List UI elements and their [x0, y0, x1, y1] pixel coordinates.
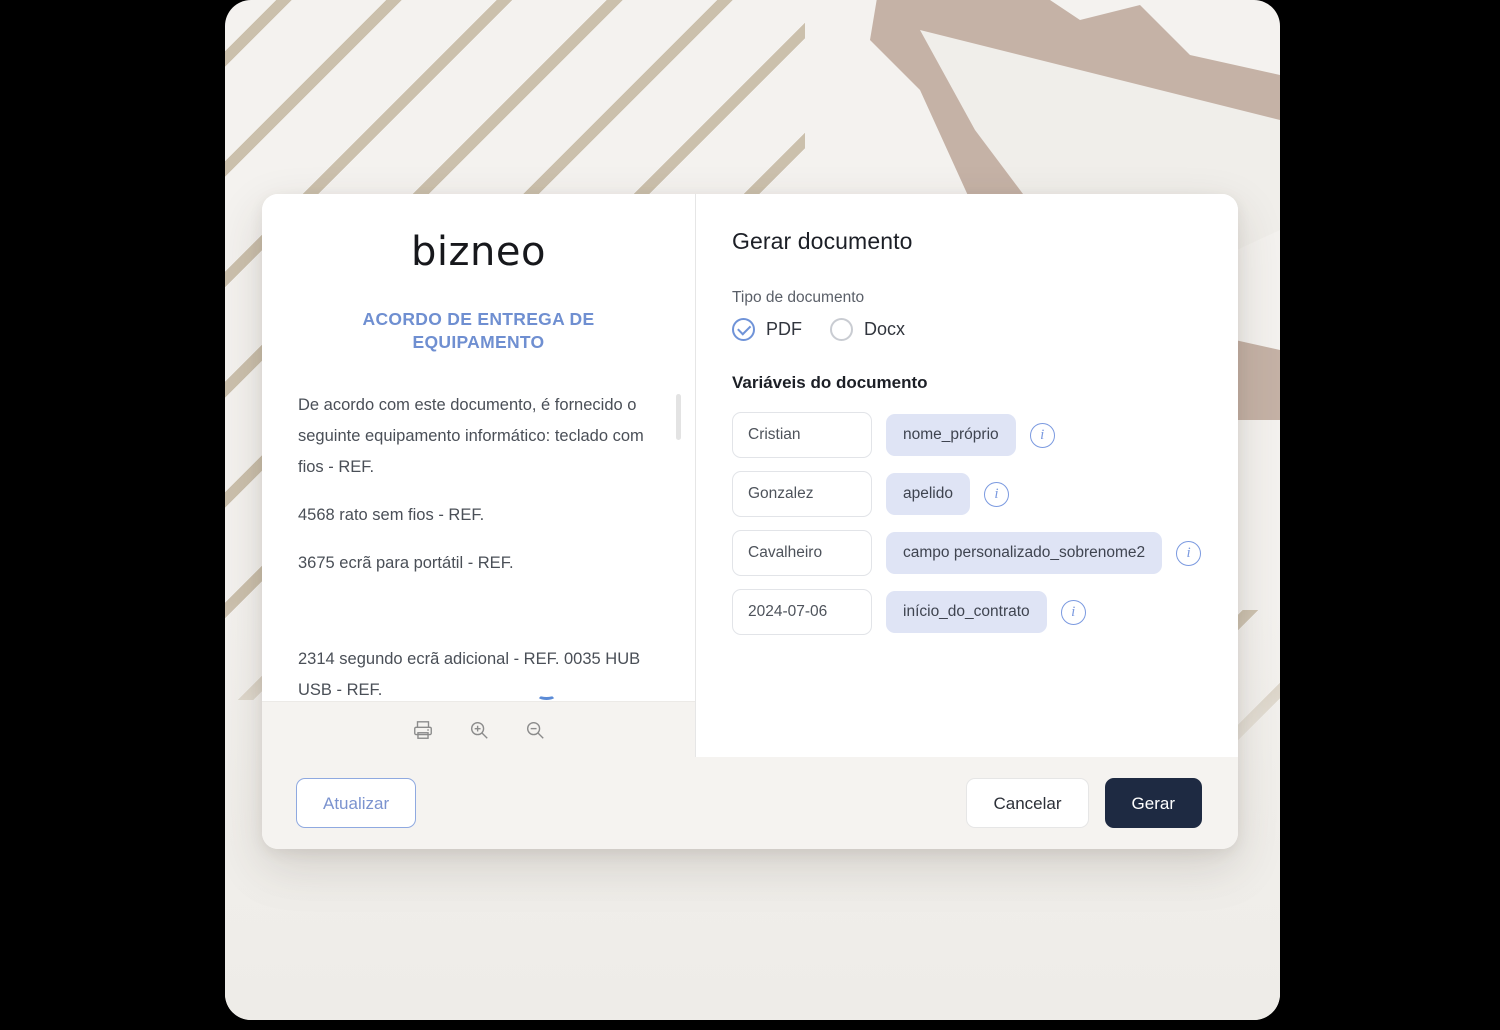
- info-icon[interactable]: i: [1029, 422, 1055, 448]
- panel-title: Gerar documento: [732, 228, 913, 254]
- variable-row: apelido i: [732, 471, 1200, 517]
- zoom-in-icon[interactable]: [464, 715, 494, 745]
- document-preview-pane: bizneo ACORDO DE ENTREGA DE EQUIPAMENTO …: [262, 194, 696, 757]
- variable-value-input[interactable]: [732, 412, 872, 458]
- bizneo-logo-text: bizneo: [411, 229, 546, 275]
- document-paragraph: De acordo com este documento, é fornecid…: [298, 395, 644, 476]
- document-toolbar: [262, 701, 695, 757]
- variable-row: início_do_contrato i: [732, 589, 1200, 635]
- radio-label-docx: Docx: [864, 319, 906, 339]
- info-icon[interactable]: i: [1176, 540, 1202, 566]
- document-scrollbar-track[interactable]: [676, 220, 681, 693]
- info-icon[interactable]: i: [1060, 599, 1086, 625]
- variable-tag[interactable]: nome_próprio: [886, 414, 1016, 456]
- doc-type-label: Tipo de documento: [732, 289, 865, 306]
- screen: bizneo ACORDO DE ENTREGA DE EQUIPAMENTO …: [0, 0, 1500, 1030]
- bizneo-logo: bizneo: [298, 229, 659, 700]
- document-scrollbar-thumb[interactable]: [676, 394, 681, 440]
- bizneo-logo-smile-icon: [536, 691, 556, 700]
- variable-value-input[interactable]: [732, 589, 872, 635]
- generate-document-modal: bizneo ACORDO DE ENTREGA DE EQUIPAMENTO …: [262, 194, 1238, 849]
- modal-footer: Atualizar Cancelar Gerar: [262, 757, 1238, 849]
- document-paragraph: 2314 segundo ecrã adicional - REF. 0035 …: [298, 649, 641, 699]
- variable-tag[interactable]: campo personalizado_sobrenome2: [886, 532, 1163, 574]
- variable-row: campo personalizado_sobrenome2 i: [732, 530, 1202, 576]
- generate-button[interactable]: Gerar: [1104, 778, 1202, 828]
- document-paragraph-blank: [298, 596, 659, 627]
- doc-type-radio-group: PDF Docx: [732, 318, 1200, 341]
- zoom-out-icon[interactable]: [520, 715, 550, 745]
- variable-value-input[interactable]: [732, 471, 872, 517]
- variable-row: nome_próprio i: [732, 412, 1200, 458]
- radio-option-docx[interactable]: Docx: [830, 318, 905, 341]
- radio-option-pdf[interactable]: PDF: [732, 318, 802, 341]
- empty-circle-icon: [830, 318, 853, 341]
- variable-tag[interactable]: início_do_contrato: [886, 591, 1047, 633]
- update-button[interactable]: Atualizar: [296, 778, 417, 828]
- generate-document-form: Gerar documento Tipo de documento PDF Do…: [696, 194, 1238, 757]
- document-paragraph: 4568 rato sem fios - REF.: [298, 505, 485, 524]
- print-icon[interactable]: [408, 715, 438, 745]
- radio-label-pdf: PDF: [766, 319, 802, 339]
- variables-section-title: Variáveis do documento: [732, 373, 928, 392]
- variable-value-input[interactable]: [732, 530, 872, 576]
- document-paragraph: 3675 ecrã para portátil - REF.: [298, 553, 514, 572]
- info-icon[interactable]: i: [984, 481, 1009, 507]
- document-scroll-area[interactable]: bizneo ACORDO DE ENTREGA DE EQUIPAMENTO …: [262, 194, 695, 701]
- modal-body: bizneo ACORDO DE ENTREGA DE EQUIPAMENTO …: [262, 194, 1238, 757]
- variable-tag[interactable]: apelido: [886, 473, 970, 515]
- footer-actions: Cancelar Gerar: [966, 778, 1202, 828]
- cancel-button[interactable]: Cancelar: [966, 778, 1089, 828]
- check-circle-icon: [732, 318, 755, 341]
- document-heading: ACORDO DE ENTREGA DE EQUIPAMENTO: [362, 309, 595, 352]
